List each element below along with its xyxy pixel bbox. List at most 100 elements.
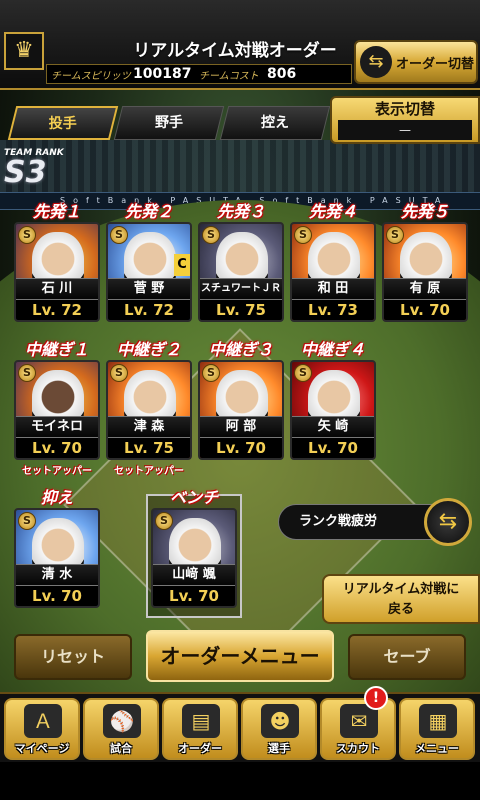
player-name: 石 川 — [16, 278, 98, 300]
fatigue-swap-button[interactable]: ⇆ — [424, 498, 472, 546]
nav-mypage[interactable]: Ａ マイページ — [4, 698, 80, 760]
s-rank-icon: S — [110, 226, 128, 244]
display-switch-value: — — [338, 120, 472, 140]
s-rank-icon: S — [18, 364, 36, 382]
player-name: 和 田 — [292, 278, 374, 300]
starter-slot-1[interactable]: 先発１ S 石 川 Lv. 72 — [14, 202, 100, 322]
nav-label: 選手 — [268, 742, 290, 755]
order-switch-button[interactable]: ⇆ オーダー切替 — [354, 40, 478, 84]
slot-position-label: 先発２ — [124, 202, 173, 221]
player-level: Lv. 70 — [16, 586, 98, 606]
team-spirit-label: チームスピリッツ — [51, 71, 131, 82]
s-rank-icon: S — [155, 512, 173, 530]
player-name: 清 水 — [16, 564, 98, 586]
player-card[interactable]: S 有 原 Lv. 70 — [382, 222, 468, 322]
nav-label: 試合 — [110, 742, 132, 755]
player-level: Lv. 70 — [292, 438, 374, 458]
nav-scout[interactable]: ✉ スカウト — [320, 698, 396, 760]
nav-label: オーダー — [178, 742, 222, 755]
reliever-slot-1[interactable]: 中継ぎ１ S モイネロ Lv. 70 セットアッパー — [14, 340, 100, 477]
s-rank-icon: S — [110, 364, 128, 382]
starter-slot-3[interactable]: 先発３ S スチュワートＪＲ Lv. 75 — [198, 202, 284, 322]
slot-position-label: 先発４ — [308, 202, 357, 221]
nav-menu[interactable]: ▦ メニュー — [399, 698, 475, 760]
s-rank-icon: S — [202, 364, 220, 382]
s-rank-icon: S — [294, 226, 312, 244]
starter-slot-4[interactable]: 先発４ S 和 田 Lv. 73 — [290, 202, 376, 322]
s-rank-icon: S — [202, 226, 220, 244]
slot-position-label: 先発３ — [216, 202, 265, 221]
system-bar — [0, 762, 480, 800]
starter-slot-2[interactable]: 先発２ S C 菅 野 Lv. 72 — [106, 202, 192, 322]
bench-slot[interactable]: ベンチ S 山﨑 颯 Lv. 70 — [151, 488, 237, 608]
player-name: 津 森 — [108, 416, 190, 438]
slot-position-label: 中継ぎ４ — [300, 340, 365, 359]
player-level: Lv. 70 — [200, 438, 282, 458]
player-card[interactable]: S 矢 崎 Lv. 70 — [290, 360, 376, 460]
player-level: Lv. 72 — [16, 300, 98, 320]
player-card[interactable]: S 石 川 Lv. 72 — [14, 222, 100, 322]
nav-order[interactable]: ▤ オーダー — [162, 698, 238, 760]
tab-reserve[interactable]: 控え — [219, 106, 331, 140]
home-a-icon: Ａ — [24, 704, 62, 738]
s-rank-icon: S — [294, 364, 312, 382]
nav-label: スカウト — [336, 742, 380, 755]
team-spirit-value: 100187 — [133, 66, 192, 82]
starter-slot-5[interactable]: 先発５ S 有 原 Lv. 70 — [382, 202, 468, 322]
tab-fielder[interactable]: 野手 — [113, 106, 225, 140]
role-label: セットアッパー — [114, 466, 184, 477]
player-name: 矢 崎 — [292, 416, 374, 438]
nav-label: メニュー — [415, 742, 459, 755]
player-card[interactable]: S 和 田 Lv. 73 — [290, 222, 376, 322]
header: ♛ リアルタイム対戦オーダー チームスピリッツ 100187 チームコスト 80… — [0, 0, 480, 90]
player-name: 有 原 — [384, 278, 466, 300]
player-card[interactable]: S 清 水 Lv. 70 — [14, 508, 100, 608]
player-card[interactable]: S モイネロ Lv. 70 — [14, 360, 100, 460]
player-card[interactable]: S 津 森 Lv. 75 — [106, 360, 192, 460]
player-level: Lv. 70 — [16, 438, 98, 458]
player-level: Lv. 70 — [384, 300, 466, 320]
nav-match[interactable]: ⚾ 試合 — [83, 698, 159, 760]
player-name: モイネロ — [16, 416, 98, 438]
player-card[interactable]: S C 菅 野 Lv. 72 — [106, 222, 192, 322]
game-screen: SoftBank PASUTA SoftBank PASUTA ♛ リアルタイム… — [0, 0, 480, 800]
player-card[interactable]: S スチュワートＪＲ Lv. 75 — [198, 222, 284, 322]
nav-player[interactable]: ☻ 選手 — [241, 698, 317, 760]
swap-icon: ⇆ — [438, 509, 458, 534]
team-rank-value: S3 — [4, 155, 47, 190]
player-name: 菅 野 — [108, 278, 190, 300]
stadium-stands — [0, 140, 480, 200]
clipboard-icon: ▤ — [182, 704, 220, 738]
player-card[interactable]: S 山﨑 颯 Lv. 70 — [151, 508, 237, 608]
role-label: セットアッパー — [22, 466, 92, 477]
player-level: Lv. 70 — [153, 586, 235, 606]
tab-pitcher[interactable]: 投手 — [7, 106, 119, 140]
nav-label: マイページ — [14, 742, 70, 755]
slot-position-label: 先発５ — [400, 202, 449, 221]
reliever-slot-4[interactable]: 中継ぎ４ S 矢 崎 Lv. 70 — [290, 340, 376, 460]
back-button-label: リアルタイム対戦に 戻る — [342, 582, 460, 617]
action-buttons: リセット オーダーメニュー セーブ — [0, 630, 480, 690]
display-switch-button[interactable]: 表示切替 — — [330, 96, 480, 144]
reset-button[interactable]: リセット — [14, 634, 132, 680]
closer-slot[interactable]: 抑え S 清 水 Lv. 70 — [14, 488, 100, 608]
player-card[interactable]: S 阿 部 Lv. 70 — [198, 360, 284, 460]
team-stats: チームスピリッツ 100187 チームコスト 806 — [46, 64, 352, 84]
captain-badge: C — [174, 254, 190, 276]
s-rank-icon: S — [18, 512, 36, 530]
back-to-realtime-button[interactable]: リアルタイム対戦に 戻る — [322, 574, 480, 624]
menu-robot-icon: ▦ — [419, 704, 457, 738]
slot-position-label: 中継ぎ３ — [208, 340, 273, 359]
reliever-slot-3[interactable]: 中継ぎ３ S 阿 部 Lv. 70 — [198, 340, 284, 460]
s-rank-icon: S — [386, 226, 404, 244]
player-level: Lv. 72 — [108, 300, 190, 320]
player-level: Lv. 73 — [292, 300, 374, 320]
order-menu-button[interactable]: オーダーメニュー — [146, 630, 334, 682]
reliever-slot-2[interactable]: 中継ぎ２ S 津 森 Lv. 75 セットアッパー — [106, 340, 192, 477]
baseball-glove-icon: ⚾ — [103, 704, 141, 738]
team-logo-icon: ♛ — [4, 32, 44, 70]
player-silhouette-icon: ☻ — [261, 704, 299, 738]
slot-position-label: 中継ぎ１ — [24, 340, 89, 359]
page-title: リアルタイム対戦オーダー — [133, 41, 337, 61]
save-button[interactable]: セーブ — [348, 634, 466, 680]
